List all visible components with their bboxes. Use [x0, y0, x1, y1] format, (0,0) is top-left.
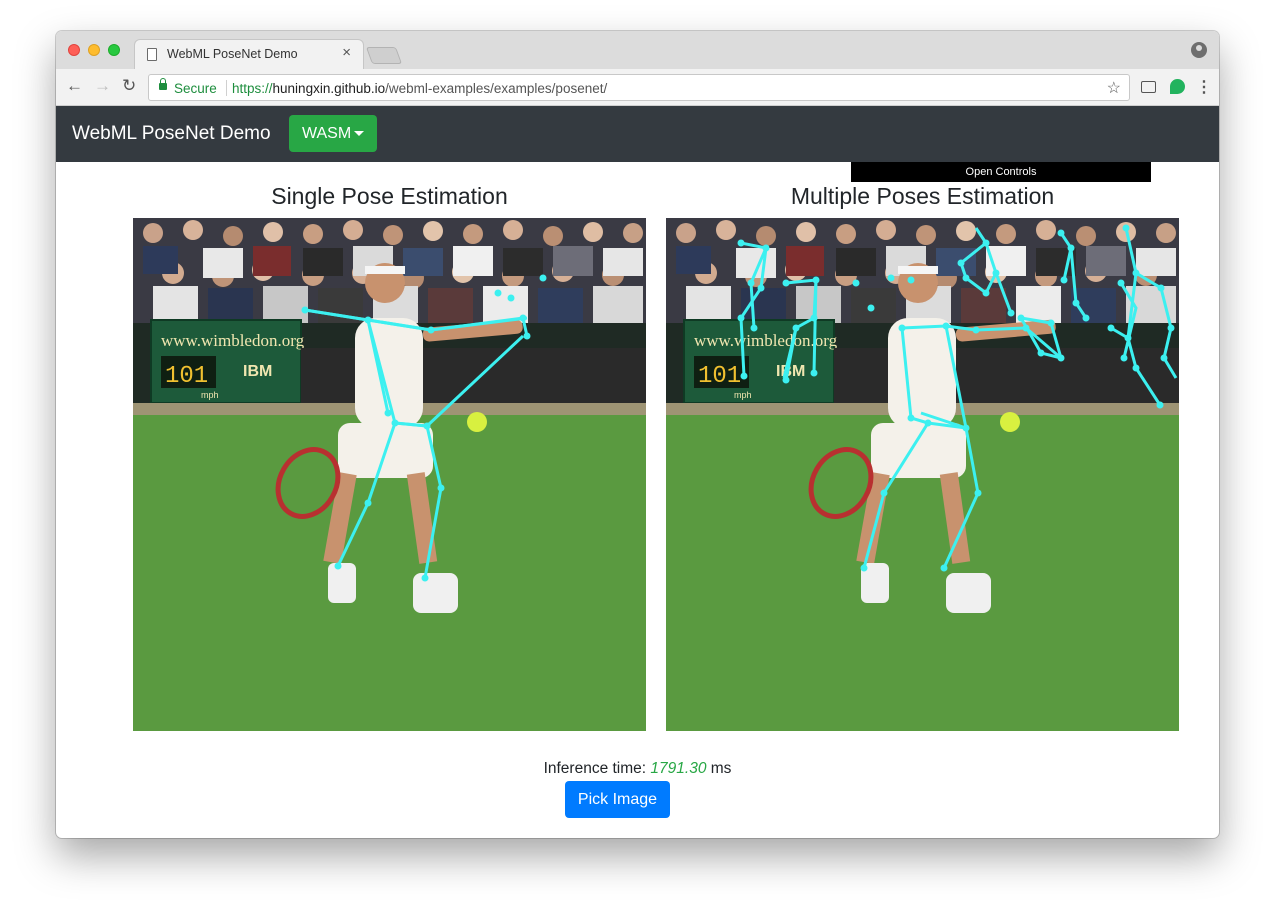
tennis-ball	[467, 412, 487, 432]
secure-label: Secure	[174, 81, 217, 96]
banner-text: www.wimbledon.org	[161, 331, 305, 350]
profile-icon[interactable]	[1191, 42, 1207, 58]
open-controls-button[interactable]: Open Controls	[851, 162, 1151, 182]
forward-icon[interactable]: →	[94, 76, 111, 96]
url-host: huningxin.github.io	[272, 81, 386, 96]
minimize-window-button[interactable]	[88, 44, 100, 56]
speed-text: 101	[165, 363, 208, 390]
browser-toolbar: ← → ↻ Secure https://huningxin.github.io…	[56, 69, 1219, 106]
sponsor-text: IBM	[243, 363, 272, 380]
inference-label: Inference time:	[543, 760, 647, 777]
maximize-window-button[interactable]	[108, 44, 120, 56]
speed-unit-text: mph	[734, 390, 752, 400]
speed-unit-text: mph	[201, 390, 219, 400]
caret-down-icon	[354, 131, 364, 136]
reload-icon[interactable]: ↻	[122, 76, 136, 96]
backend-dropdown-button[interactable]: WASM	[289, 115, 377, 152]
address-bar[interactable]: Secure https://huningxin.github.io/webml…	[148, 74, 1130, 101]
browser-window: WebML PoseNet Demo × ← → ↻ Secure https:…	[56, 31, 1219, 838]
browser-tab[interactable]: WebML PoseNet Demo ×	[134, 39, 364, 69]
url-text[interactable]: https://huningxin.github.io/webml-exampl…	[232, 81, 607, 96]
single-pose-canvas: www.wimbledon.org 101 IBM mph	[133, 218, 646, 731]
multi-pose-title: Multiple Poses Estimation	[790, 183, 1055, 209]
inference-value: 1791.30	[650, 760, 707, 777]
tab-strip: WebML PoseNet Demo ×	[56, 31, 1219, 69]
tab-close-icon[interactable]: ×	[342, 44, 351, 61]
app-navbar: WebML PoseNet Demo WASM	[56, 106, 1219, 162]
page-icon	[147, 48, 157, 61]
lock-icon	[159, 78, 167, 90]
url-divider	[226, 80, 227, 96]
inference-unit: ms	[710, 760, 732, 777]
tennis-ball	[1000, 412, 1020, 432]
url-path: /webml-examples/examples/posenet/	[385, 81, 608, 96]
inference-time: Inference time: 1791.30 ms	[56, 760, 1219, 778]
single-pose-title: Single Pose Estimation	[271, 183, 508, 209]
single-pose-image: www.wimbledon.org 101 IBM mph	[133, 218, 646, 731]
cast-icon[interactable]	[1141, 81, 1156, 93]
pick-image-button[interactable]: Pick Image	[565, 781, 670, 818]
speed-text: 101	[698, 363, 741, 390]
multi-pose-canvas: www.wimbledon.org 101 IBM mph	[666, 218, 1179, 731]
tab-title: WebML PoseNet Demo	[167, 47, 298, 61]
backend-label: WASM	[302, 125, 352, 142]
app-brand[interactable]: WebML PoseNet Demo	[72, 123, 271, 145]
sponsor-text: IBM	[776, 363, 805, 380]
extension-icon[interactable]	[1170, 79, 1185, 94]
multi-pose-image: www.wimbledon.org 101 IBM mph	[666, 218, 1179, 731]
close-window-button[interactable]	[68, 44, 80, 56]
new-tab-button[interactable]	[365, 47, 403, 64]
back-icon[interactable]: ←	[66, 76, 83, 96]
bookmark-star-icon[interactable]: ☆	[1107, 78, 1121, 98]
menu-icon[interactable]: ⋮	[1196, 77, 1212, 97]
url-scheme: https://	[232, 81, 273, 96]
